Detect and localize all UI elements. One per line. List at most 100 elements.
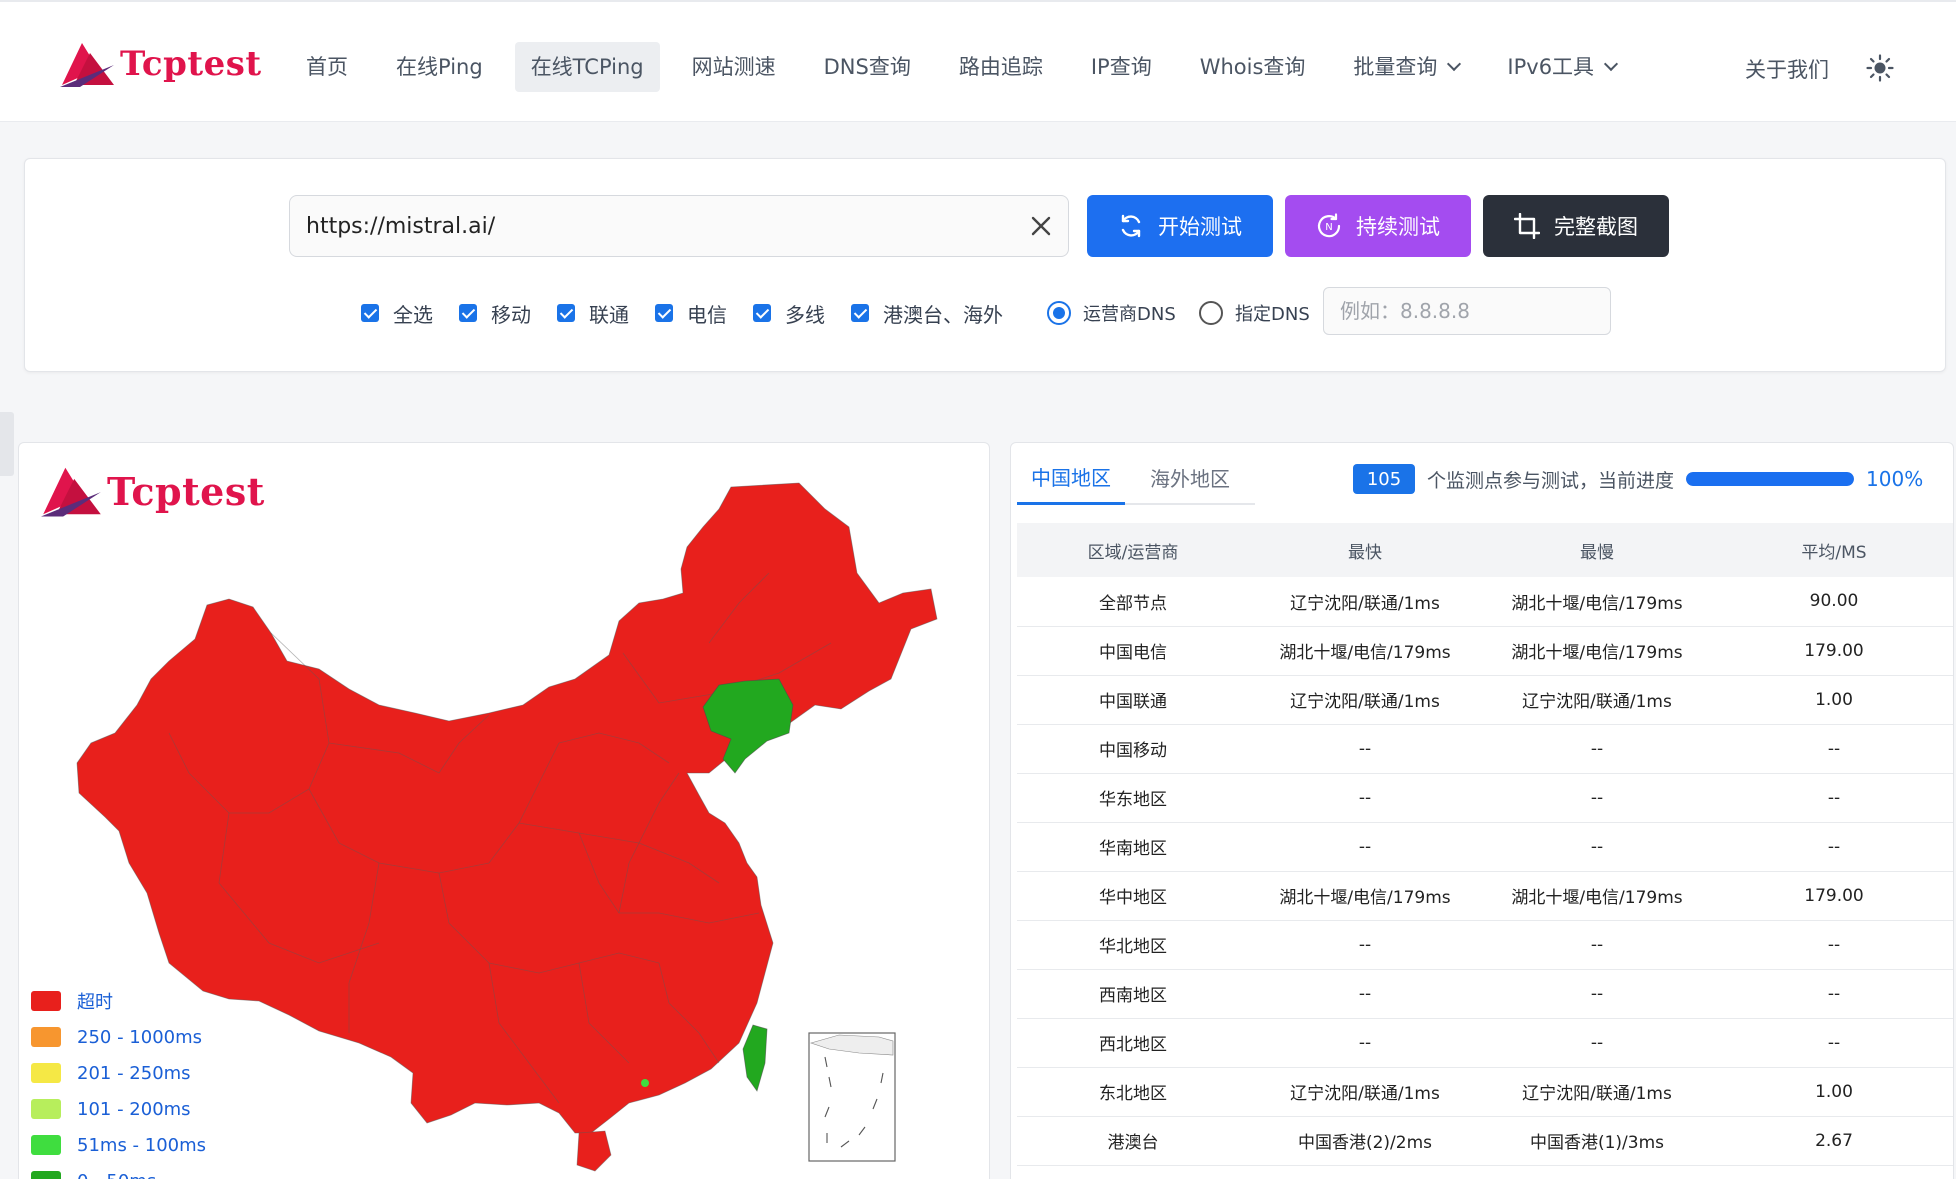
progress-bar xyxy=(1686,472,1855,486)
loop-icon: N xyxy=(1317,213,1341,238)
nav-item[interactable]: 在线TCPing xyxy=(514,42,660,92)
table-cell: -- xyxy=(1249,969,1481,1019)
screenshot-label: 完整截图 xyxy=(1554,216,1638,239)
start-test-label: 开始测试 xyxy=(1158,216,1242,239)
start-test-button[interactable]: 开始测试 xyxy=(1087,195,1273,257)
checkbox-mobile[interactable]: 移动 xyxy=(459,293,531,333)
checkbox-checked-icon[interactable] xyxy=(753,304,771,322)
table-cell: 湖北十堰/电信/179ms xyxy=(1249,626,1481,676)
radio-unselected-icon[interactable] xyxy=(1199,301,1223,325)
search-card: 开始测试 N 持续测试 完整截图 全选 移动 联通 电信 多线 港澳台、海外 运… xyxy=(24,158,1946,372)
table-row: 华南地区 -- -- -- xyxy=(1017,822,1953,872)
table-cell: -- xyxy=(1249,1018,1481,1068)
table-cell: -- xyxy=(1481,969,1713,1019)
checkbox-multiline[interactable]: 多线 xyxy=(753,293,825,333)
table-cell: -- xyxy=(1713,822,1953,872)
table-cell: 辽宁沈阳/联通/1ms xyxy=(1481,1067,1713,1117)
dns-input[interactable] xyxy=(1323,287,1611,335)
checkbox-hk-overseas[interactable]: 港澳台、海外 xyxy=(851,293,1003,333)
table-cell: 华东地区 xyxy=(1017,773,1249,823)
progress-bar-fill xyxy=(1686,472,1855,486)
legend-item[interactable]: 101 - 200ms xyxy=(31,1091,206,1127)
table-cell: 华南地区 xyxy=(1017,822,1249,872)
table-row: 华中地区 湖北十堰/电信/179ms 湖北十堰/电信/179ms 179.00 xyxy=(1017,871,1953,921)
checkbox-checked-icon[interactable] xyxy=(655,304,673,322)
side-feedback-tab[interactable] xyxy=(0,412,14,476)
checkbox-checked-icon[interactable] xyxy=(361,304,379,322)
radio-custom-dns[interactable]: 指定DNS xyxy=(1199,293,1310,333)
table-cell: 90.00 xyxy=(1713,577,1953,627)
map-legend: 超时 250 - 1000ms 201 - 250ms 101 - 200ms 51ms… xyxy=(31,983,206,1179)
radio-selected-icon[interactable] xyxy=(1047,301,1071,325)
test-options: 全选 移动 联通 电信 多线 港澳台、海外 运营商DNS 指定DNS xyxy=(25,293,1945,333)
table-cell: -- xyxy=(1713,1018,1953,1068)
checkbox-label: 全选 xyxy=(393,302,433,327)
table-cell: 2.67 xyxy=(1713,1116,1953,1166)
legend-swatch xyxy=(31,1135,61,1155)
nav-about[interactable]: 关于我们 xyxy=(1745,54,1829,84)
nav-item[interactable]: DNS查询 xyxy=(808,42,927,92)
table-cell: -- xyxy=(1481,724,1713,774)
nav-item[interactable]: 在线Ping xyxy=(380,42,499,92)
table-cell: -- xyxy=(1249,822,1481,872)
radio-isp-dns[interactable]: 运营商DNS xyxy=(1047,293,1176,333)
checkbox-unicom[interactable]: 联通 xyxy=(557,293,629,333)
continuous-test-label: 持续测试 xyxy=(1356,216,1440,239)
checkbox-telecom[interactable]: 电信 xyxy=(655,293,727,333)
legend-label: 101 - 200ms xyxy=(77,1098,191,1120)
legend-item[interactable]: 250 - 1000ms xyxy=(31,1019,206,1055)
sun-icon[interactable] xyxy=(1866,54,1894,82)
table-cell: -- xyxy=(1481,822,1713,872)
nav-item[interactable]: 首页 xyxy=(290,42,364,92)
nav-item[interactable]: IPv6工具 xyxy=(1491,42,1632,92)
legend-label: 250 - 1000ms xyxy=(77,1026,203,1048)
nav-item[interactable]: 路由追踪 xyxy=(943,42,1059,92)
nav-item-label: 网站测速 xyxy=(691,55,776,79)
nav-item[interactable]: 网站测速 xyxy=(676,42,792,92)
checkbox-checked-icon[interactable] xyxy=(459,304,477,322)
legend-item[interactable]: 0 - 50ms xyxy=(31,1163,206,1179)
checkbox-checked-icon[interactable] xyxy=(557,304,575,322)
top-navbar: Tcptest 首页 在线Ping 在线TCPing 网站测速 DNS查询 路由追踪 IP查… xyxy=(0,0,1956,122)
clear-icon[interactable] xyxy=(1028,213,1054,239)
checkbox-select-all[interactable]: 全选 xyxy=(361,293,433,333)
nav-item-label: 在线TCPing xyxy=(530,55,644,79)
table-row: 华北地区 -- -- -- xyxy=(1017,920,1953,970)
nav-item-label: IPv6工具 xyxy=(1507,55,1595,79)
continuous-test-button[interactable]: N 持续测试 xyxy=(1285,195,1471,257)
legend-swatch xyxy=(31,1027,61,1047)
url-input[interactable] xyxy=(290,196,1010,256)
table-cell: 西北地区 xyxy=(1017,1018,1249,1068)
table-row: 中国联通 辽宁沈阳/联通/1ms 辽宁沈阳/联通/1ms 1.00 xyxy=(1017,675,1953,725)
nav-item-label: 首页 xyxy=(306,55,348,79)
table-cell: 湖北十堰/电信/179ms xyxy=(1249,871,1481,921)
nav-item[interactable]: IP查询 xyxy=(1075,42,1168,92)
table-cell: 湖北十堰/电信/179ms xyxy=(1481,871,1713,921)
logo-mark-icon xyxy=(60,43,114,87)
checkbox-label: 联通 xyxy=(589,302,629,327)
table-cell: -- xyxy=(1249,724,1481,774)
checkbox-checked-icon[interactable] xyxy=(851,304,869,322)
nav-item-label: 在线Ping xyxy=(396,55,483,79)
map-logo-text: Tcptest xyxy=(107,468,265,514)
nav-item[interactable]: 批量查询 xyxy=(1337,42,1475,92)
legend-swatch xyxy=(31,1063,61,1083)
table-row: 中国移动 -- -- -- xyxy=(1017,724,1953,774)
table-cell: 中国香港(2)/2ms xyxy=(1249,1116,1481,1166)
screenshot-button[interactable]: 完整截图 xyxy=(1483,195,1669,257)
table-cell: -- xyxy=(1249,773,1481,823)
nav-item[interactable]: Whois查询 xyxy=(1184,42,1322,92)
table-row: 西北地区 -- -- -- xyxy=(1017,1018,1953,1068)
table-row: 东北地区 辽宁沈阳/联通/1ms 辽宁沈阳/联通/1ms 1.00 xyxy=(1017,1067,1953,1117)
site-logo[interactable]: Tcptest xyxy=(60,38,262,90)
tab-china[interactable]: 中国地区 xyxy=(1017,451,1125,505)
table-cell: -- xyxy=(1713,724,1953,774)
column-header: 最慢 xyxy=(1481,523,1713,577)
table-cell: 辽宁沈阳/联通/1ms xyxy=(1249,1067,1481,1117)
table-header-row: 区域/运营商 最快 最慢 平均/MS xyxy=(1017,523,1953,577)
legend-item[interactable]: 51ms - 100ms xyxy=(31,1127,206,1163)
legend-label: 超时 xyxy=(77,992,113,1013)
tab-overseas[interactable]: 海外地区 xyxy=(1125,451,1255,505)
legend-item[interactable]: 超时 xyxy=(31,983,206,1019)
legend-item[interactable]: 201 - 250ms xyxy=(31,1055,206,1091)
